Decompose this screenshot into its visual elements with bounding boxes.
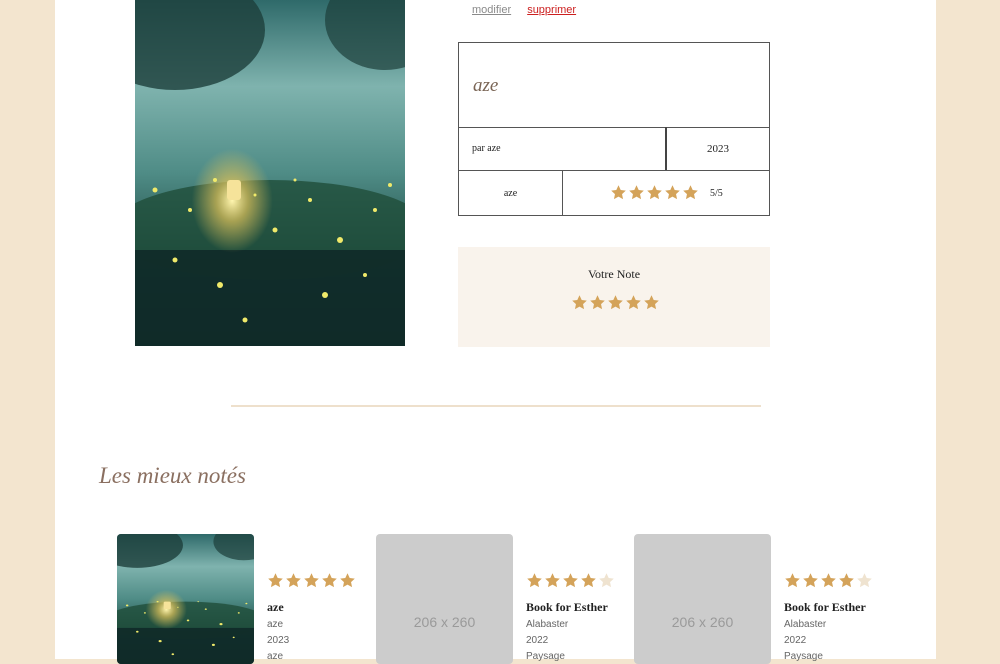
book-actions: modifier supprimer	[472, 4, 589, 16]
book-card-author: Alabaster	[526, 619, 569, 630]
book-info-row: par aze 2023	[459, 127, 769, 171]
book-title-cell: aze	[459, 43, 769, 128]
star-icon	[611, 185, 626, 200]
book-card-year: 2022	[784, 635, 807, 646]
book-card-author: aze	[267, 619, 284, 630]
star-icon[interactable]	[607, 294, 624, 311]
star-icon	[821, 573, 836, 588]
book-info-table: aze par aze 2023 aze 5/5	[458, 42, 770, 216]
star-icon	[683, 185, 698, 200]
book-card-stars	[267, 572, 356, 589]
book-card-author: Alabaster	[784, 619, 827, 630]
star-icon[interactable]	[571, 294, 588, 311]
book-author: par aze	[472, 143, 501, 154]
book-rating-text: 5/5	[710, 188, 723, 199]
star-icon	[803, 573, 818, 588]
star-icon[interactable]	[625, 294, 642, 311]
book-cover-image	[135, 0, 405, 346]
book-card-title[interactable]: Book for Esther	[784, 600, 866, 615]
vote-label: Votre Note	[587, 267, 641, 281]
star-icon[interactable]	[643, 294, 660, 311]
star-icon[interactable]	[589, 294, 606, 311]
page-content: modifier supprimer aze par aze 2023 aze …	[55, 0, 936, 664]
delete-link[interactable]: supprimer	[527, 4, 576, 16]
book-card[interactable]: 206 x 260 Book for Esther Alabaster 2022 Pay…	[376, 534, 626, 664]
star-icon	[647, 185, 662, 200]
star-icon	[629, 185, 644, 200]
image-placeholder-text: 206 x 260	[671, 614, 734, 630]
book-card-genre: Paysage	[526, 651, 565, 662]
book-card-image[interactable]: 206 x 260	[376, 534, 513, 664]
star-icon	[839, 573, 854, 588]
star-icon	[304, 573, 319, 588]
book-card-genre: Paysage	[784, 651, 823, 662]
vote-stars[interactable]	[571, 294, 660, 311]
genre-cell: aze	[459, 171, 563, 215]
book-year: 2023	[707, 143, 729, 155]
vote-panel: Votre Note	[458, 247, 770, 347]
book-genre: aze	[503, 188, 518, 199]
book-card-year: 2023	[267, 635, 290, 646]
section-divider	[231, 405, 761, 407]
star-icon	[322, 573, 337, 588]
book-card-title[interactable]: aze	[267, 600, 284, 615]
book-card-stars	[526, 572, 615, 589]
star-icon	[527, 573, 542, 588]
edit-link[interactable]: modifier	[472, 4, 511, 16]
star-icon	[581, 573, 596, 588]
book-card-title[interactable]: Book for Esther	[526, 600, 608, 615]
book-info-row: aze 5/5	[459, 171, 769, 215]
book-card-image[interactable]: 206 x 260	[634, 534, 771, 664]
book-card-year: 2022	[526, 635, 549, 646]
star-icon	[286, 573, 301, 588]
star-icon	[268, 573, 283, 588]
star-icon	[563, 573, 578, 588]
book-card-genre: aze	[267, 651, 284, 662]
book-card[interactable]: 206 x 260 Book for Esther Alabaster 2022 Pay…	[634, 534, 884, 664]
star-icon	[785, 573, 800, 588]
book-card-stars	[784, 572, 873, 589]
star-icon	[545, 573, 560, 588]
book-card-image[interactable]	[117, 534, 254, 664]
book-card[interactable]: aze aze 2023 aze	[117, 534, 367, 664]
image-placeholder-text: 206 x 260	[413, 614, 476, 630]
top-rated-title: Les mieux notés	[99, 463, 246, 488]
book-title: aze	[473, 75, 499, 96]
author-cell: par aze	[459, 127, 667, 170]
star-icon	[665, 185, 680, 200]
star-icon	[599, 573, 614, 588]
star-icon	[857, 573, 872, 588]
book-rating-stars	[610, 184, 699, 201]
star-icon	[340, 573, 355, 588]
